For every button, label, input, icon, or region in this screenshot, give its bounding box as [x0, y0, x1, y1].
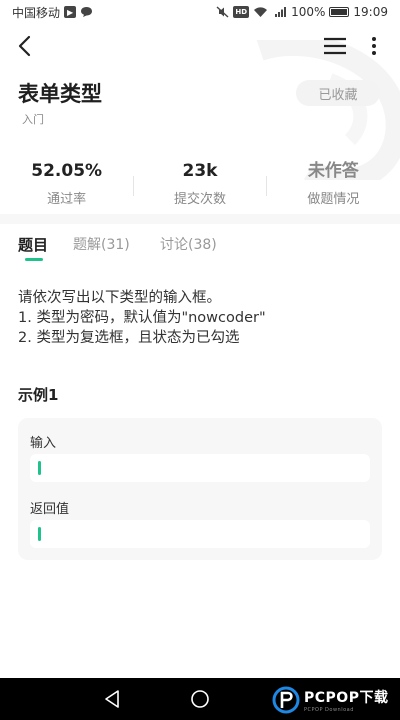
input-marker [38, 461, 41, 475]
back-arrow-icon[interactable] [12, 32, 40, 60]
stat-pass-rate: 52.05% 通过率 [0, 158, 133, 214]
stat-label: 做题情况 [307, 192, 360, 207]
nav-back-icon[interactable] [103, 689, 121, 709]
content-tabs: 题目 题解(31) 讨论(38) [0, 224, 400, 264]
example-output-label: 返回值 [30, 502, 70, 517]
notification-app-icon: ▶ [64, 6, 77, 18]
stat-status: 未作答 做题情况 [267, 158, 400, 214]
problem-description: 请依次写出以下类型的输入框。 1. 类型为密码，默认值为"nowcoder" 2… [18, 288, 388, 348]
carrier-name: 中国移动 [12, 5, 61, 20]
favorite-button[interactable]: 已收藏 [296, 80, 380, 106]
more-options-icon[interactable] [364, 34, 384, 58]
message-icon [81, 7, 93, 17]
watermark-logo: PCPOP下载 PCPOP Download [272, 684, 388, 716]
active-tab-indicator [25, 258, 43, 261]
stat-label: 提交次数 [173, 192, 226, 207]
problem-title: 表单类型 [18, 82, 102, 106]
stat-label: 通过率 [47, 192, 87, 207]
example-output-box [30, 520, 370, 548]
battery-percent: 100% [291, 5, 326, 19]
logo-subtext: PCPOP Download [304, 707, 354, 713]
mute-icon [216, 6, 229, 18]
stat-value: 未作答 [307, 161, 359, 181]
description-line: 2. 类型为复选框，且状态为已勾选 [18, 330, 240, 346]
hd-badge: HD [233, 6, 250, 18]
status-bar: 中国移动 ▶ HD 100% 19:09 [0, 0, 400, 24]
output-marker [38, 527, 41, 541]
tab-solutions[interactable]: 题解(31) [73, 234, 130, 254]
clock: 19:09 [353, 5, 388, 19]
problem-stats: 52.05% 通过率 23k 提交次数 未作答 做题情况 [0, 158, 400, 214]
example-input-label: 输入 [30, 436, 57, 451]
tab-discussion[interactable]: 讨论(38) [160, 234, 217, 254]
description-line: 请依次写出以下类型的输入框。 [18, 290, 221, 306]
example-card: 输入 返回值 [18, 418, 382, 560]
stat-divider [266, 176, 267, 196]
pcpop-logo-icon [272, 686, 300, 714]
section-separator [0, 214, 400, 224]
wifi-icon [254, 7, 268, 17]
stat-divider [133, 176, 134, 196]
stat-submissions: 23k 提交次数 [133, 158, 266, 214]
nav-home-icon[interactable] [190, 689, 210, 709]
battery-icon [329, 7, 350, 17]
description-line: 1. 类型为密码，默认值为"nowcoder" [18, 310, 266, 326]
system-navigation-bar: PCPOP下载 PCPOP Download [0, 678, 400, 720]
signal-icon [275, 7, 287, 17]
menu-icon[interactable] [322, 34, 348, 58]
tab-problem[interactable]: 题目 [18, 234, 48, 255]
example-input-box [30, 454, 370, 482]
difficulty-level: 入门 [22, 113, 44, 126]
stat-value: 23k [182, 161, 218, 181]
example-title: 示例1 [18, 386, 59, 404]
logo-text: PCPOP下载 [304, 690, 389, 706]
top-navigation [0, 28, 400, 64]
stat-value: 52.05% [31, 161, 103, 181]
